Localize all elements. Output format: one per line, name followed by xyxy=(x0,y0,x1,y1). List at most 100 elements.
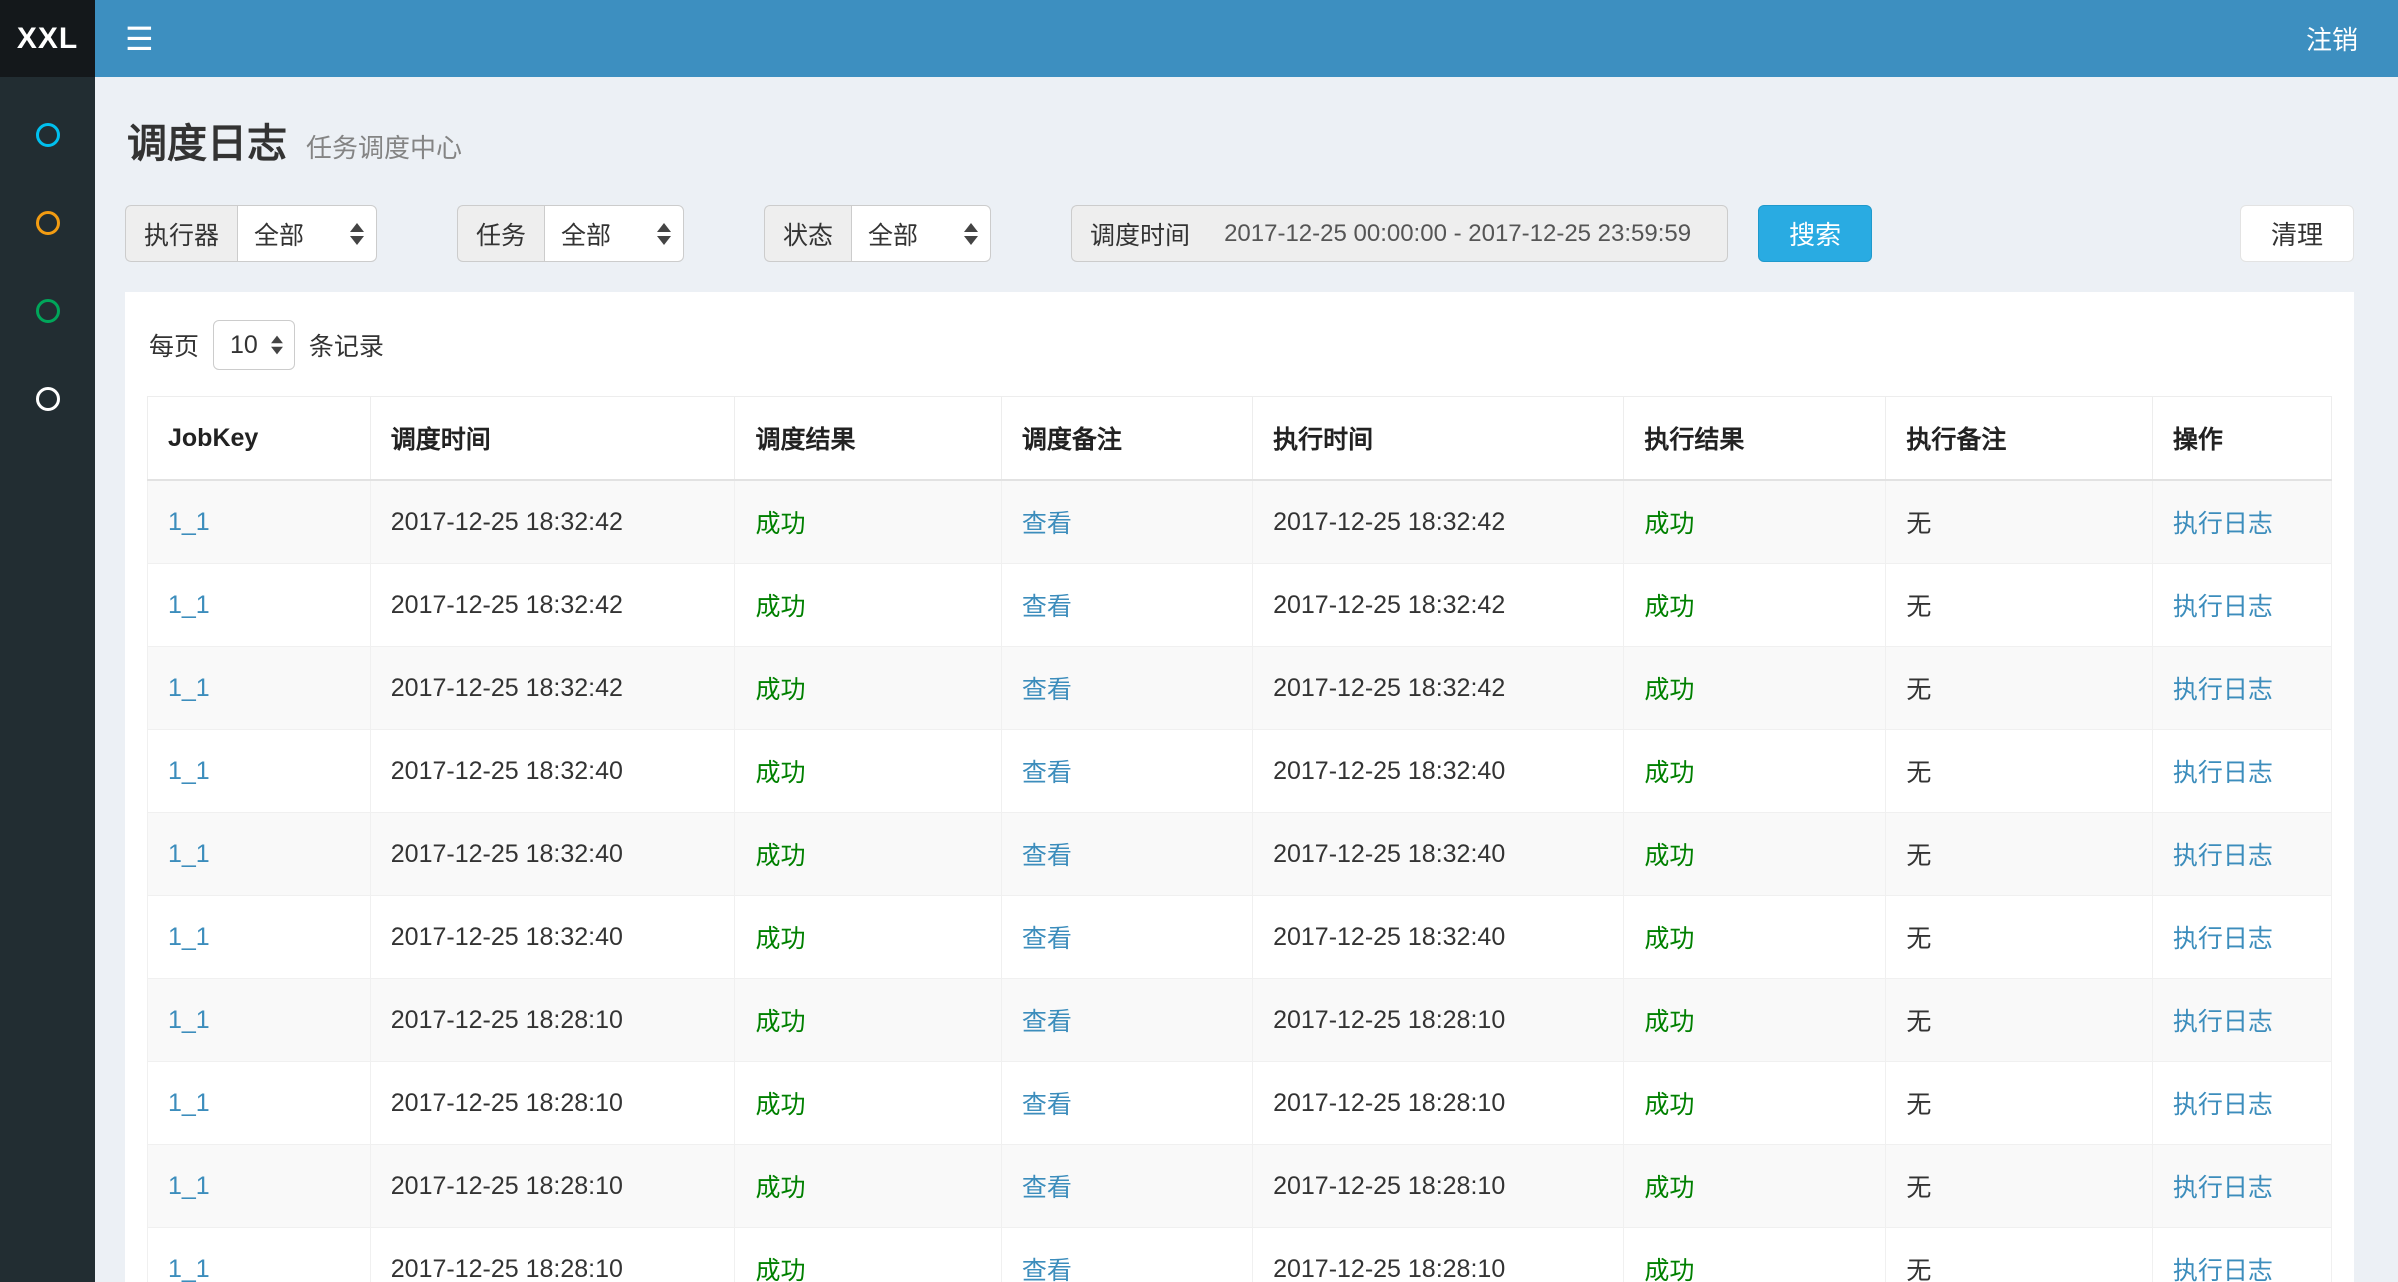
trigger-time-cell: 2017-12-25 18:28:10 xyxy=(370,1145,735,1228)
logout-link[interactable]: 注销 xyxy=(2306,0,2398,77)
page-size-control: 每页 10 条记录 xyxy=(149,320,2332,370)
trigger-msg-link[interactable]: 查看 xyxy=(1022,1091,1072,1119)
sidebar-item-2[interactable] xyxy=(0,179,95,267)
jobkey-link[interactable]: 1_1 xyxy=(168,674,210,702)
sidebar-item-3[interactable] xyxy=(0,267,95,355)
handle-msg-cell: 无 xyxy=(1886,896,2152,979)
time-filter-label: 调度时间 xyxy=(1071,205,1208,262)
top-navbar: XXL ☰ 注销 xyxy=(0,0,2398,77)
select-arrows-icon xyxy=(271,336,283,355)
exec-log-link[interactable]: 执行日志 xyxy=(2173,1091,2273,1119)
trigger-msg-link[interactable]: 查看 xyxy=(1022,1257,1072,1282)
trigger-msg-link[interactable]: 查看 xyxy=(1022,1008,1072,1036)
trigger-msg-link[interactable]: 查看 xyxy=(1022,925,1072,953)
col-handle-msg: 执行备注 xyxy=(1886,397,2152,481)
sidebar xyxy=(0,77,95,1282)
jobkey-link[interactable]: 1_1 xyxy=(168,923,210,951)
app-logo[interactable]: XXL xyxy=(0,0,95,77)
handle-result-text: 成功 xyxy=(1644,1008,1694,1036)
handle-time-cell: 2017-12-25 18:32:40 xyxy=(1253,896,1624,979)
handle-msg-cell: 无 xyxy=(1886,730,2152,813)
status-select-value: 全部 xyxy=(868,216,918,252)
trigger-msg-link[interactable]: 查看 xyxy=(1022,510,1072,538)
table-row: 1_1 2017-12-25 18:32:42 成功 查看 2017-12-25… xyxy=(148,647,2332,730)
table-header-row: JobKey 调度时间 调度结果 调度备注 执行时间 执行结果 执行备注 操作 xyxy=(148,397,2332,481)
exec-log-link[interactable]: 执行日志 xyxy=(2173,1174,2273,1202)
jobkey-link[interactable]: 1_1 xyxy=(168,1255,210,1282)
time-range-input[interactable] xyxy=(1208,205,1728,262)
handle-result-text: 成功 xyxy=(1644,1257,1694,1282)
trigger-result-text: 成功 xyxy=(755,510,805,538)
executor-select[interactable]: 全部 xyxy=(237,205,377,262)
table-row: 1_1 2017-12-25 18:32:42 成功 查看 2017-12-25… xyxy=(148,564,2332,647)
exec-log-link[interactable]: 执行日志 xyxy=(2173,925,2273,953)
handle-time-cell: 2017-12-25 18:28:10 xyxy=(1253,1228,1624,1282)
jobkey-link[interactable]: 1_1 xyxy=(168,1089,210,1117)
handle-result-text: 成功 xyxy=(1644,842,1694,870)
select-arrows-icon xyxy=(964,223,978,245)
table-row: 1_1 2017-12-25 18:28:10 成功 查看 2017-12-25… xyxy=(148,1228,2332,1282)
jobkey-link[interactable]: 1_1 xyxy=(168,508,210,536)
table-row: 1_1 2017-12-25 18:28:10 成功 查看 2017-12-25… xyxy=(148,979,2332,1062)
table-row: 1_1 2017-12-25 18:28:10 成功 查看 2017-12-25… xyxy=(148,1062,2332,1145)
select-arrows-icon xyxy=(657,223,671,245)
exec-log-link[interactable]: 执行日志 xyxy=(2173,1257,2273,1282)
col-handle-time: 执行时间 xyxy=(1253,397,1624,481)
handle-msg-cell: 无 xyxy=(1886,979,2152,1062)
trigger-msg-link[interactable]: 查看 xyxy=(1022,1174,1072,1202)
trigger-time-cell: 2017-12-25 18:28:10 xyxy=(370,1228,735,1282)
trigger-result-text: 成功 xyxy=(755,1174,805,1202)
status-select[interactable]: 全部 xyxy=(851,205,991,262)
sidebar-item-4[interactable] xyxy=(0,355,95,443)
handle-time-cell: 2017-12-25 18:28:10 xyxy=(1253,1145,1624,1228)
sidebar-item-1[interactable] xyxy=(0,91,95,179)
trigger-time-cell: 2017-12-25 18:32:40 xyxy=(370,730,735,813)
handle-time-cell: 2017-12-25 18:32:42 xyxy=(1253,647,1624,730)
trigger-time-cell: 2017-12-25 18:32:42 xyxy=(370,564,735,647)
page-title: 调度日志 xyxy=(127,122,287,166)
trigger-result-text: 成功 xyxy=(755,925,805,953)
trigger-result-text: 成功 xyxy=(755,759,805,787)
jobkey-link[interactable]: 1_1 xyxy=(168,591,210,619)
handle-msg-cell: 无 xyxy=(1886,647,2152,730)
jobkey-link[interactable]: 1_1 xyxy=(168,757,210,785)
trigger-msg-link[interactable]: 查看 xyxy=(1022,842,1072,870)
job-select-value: 全部 xyxy=(561,216,611,252)
time-filter-group: 调度时间 xyxy=(1071,205,1728,262)
exec-log-link[interactable]: 执行日志 xyxy=(2173,759,2273,787)
status-filter-group: 状态 全部 xyxy=(764,205,991,262)
col-trigger-time: 调度时间 xyxy=(370,397,735,481)
trigger-time-cell: 2017-12-25 18:28:10 xyxy=(370,1062,735,1145)
filter-row: 执行器 全部 任务 全部 状态 全部 调度时间 搜索 清理 xyxy=(125,205,2354,262)
trigger-msg-link[interactable]: 查看 xyxy=(1022,676,1072,704)
exec-log-link[interactable]: 执行日志 xyxy=(2173,593,2273,621)
exec-log-link[interactable]: 执行日志 xyxy=(2173,676,2273,704)
trigger-time-cell: 2017-12-25 18:32:40 xyxy=(370,813,735,896)
trigger-msg-link[interactable]: 查看 xyxy=(1022,593,1072,621)
jobkey-link[interactable]: 1_1 xyxy=(168,840,210,868)
exec-log-link[interactable]: 执行日志 xyxy=(2173,510,2273,538)
search-button[interactable]: 搜索 xyxy=(1758,205,1872,262)
jobkey-link[interactable]: 1_1 xyxy=(168,1172,210,1200)
job-select[interactable]: 全部 xyxy=(544,205,684,262)
handle-time-cell: 2017-12-25 18:32:42 xyxy=(1253,480,1624,564)
trigger-result-text: 成功 xyxy=(755,1257,805,1282)
jobkey-link[interactable]: 1_1 xyxy=(168,1006,210,1034)
trigger-time-cell: 2017-12-25 18:32:42 xyxy=(370,480,735,564)
clear-button[interactable]: 清理 xyxy=(2240,205,2354,262)
handle-time-cell: 2017-12-25 18:32:42 xyxy=(1253,564,1624,647)
trigger-result-text: 成功 xyxy=(755,676,805,704)
trigger-result-text: 成功 xyxy=(755,1008,805,1036)
trigger-time-cell: 2017-12-25 18:32:40 xyxy=(370,896,735,979)
sidebar-toggle-button[interactable]: ☰ xyxy=(95,0,184,77)
col-trigger-msg: 调度备注 xyxy=(1001,397,1252,481)
exec-log-link[interactable]: 执行日志 xyxy=(2173,1008,2273,1036)
trigger-result-text: 成功 xyxy=(755,842,805,870)
col-jobkey: JobKey xyxy=(148,397,371,481)
table-row: 1_1 2017-12-25 18:32:40 成功 查看 2017-12-25… xyxy=(148,730,2332,813)
page-size-select[interactable]: 10 xyxy=(213,320,295,370)
executor-filter-group: 执行器 全部 xyxy=(125,205,377,262)
handle-result-text: 成功 xyxy=(1644,593,1694,621)
exec-log-link[interactable]: 执行日志 xyxy=(2173,842,2273,870)
trigger-msg-link[interactable]: 查看 xyxy=(1022,759,1072,787)
